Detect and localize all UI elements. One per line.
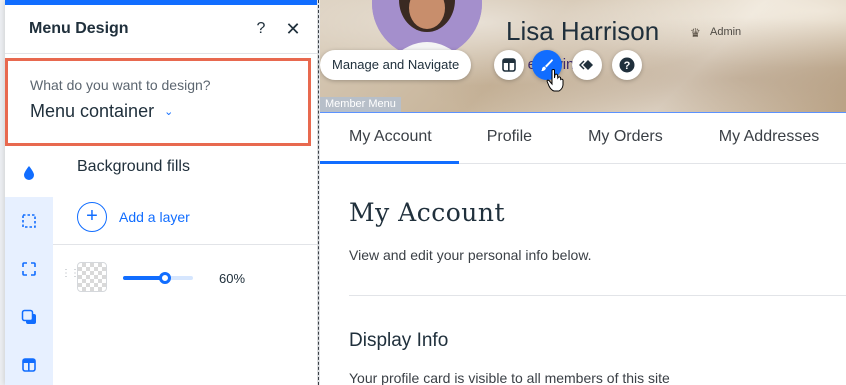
role-badge: Admin — [710, 26, 742, 38]
layout-icon — [502, 58, 516, 72]
panel-title: Menu Design — [29, 20, 129, 37]
profile-cover-image: Lisa Harrison ♛ Admin Fo e lowing Manage… — [320, 0, 846, 112]
shadow-icon — [21, 309, 36, 324]
section-subtitle: Your profile card is visible to all memb… — [349, 370, 670, 385]
design-question: What do you want to design? — [30, 77, 211, 93]
plus-icon: + — [77, 202, 107, 232]
fill-icon — [24, 166, 34, 180]
rail-corners-button[interactable] — [5, 245, 53, 293]
animation-tool-button[interactable] — [572, 50, 602, 80]
manage-and-navigate-button[interactable]: Manage and Navigate — [320, 50, 472, 80]
corners-icon — [22, 262, 36, 276]
element-name-label: Member Menu — [320, 97, 401, 112]
rail-fill-button[interactable] — [5, 149, 53, 197]
help-button[interactable]: ? — [245, 20, 277, 38]
page-subtitle: View and edit your personal info below. — [349, 247, 592, 263]
panel-header: Menu Design ? ✕ — [5, 5, 317, 54]
crown-icon: ♛ — [690, 26, 701, 40]
design-target-section: What do you want to design? Menu contain… — [5, 58, 311, 146]
profile-name: Lisa Harrison — [506, 16, 660, 46]
tab-my-account[interactable]: My Account — [320, 113, 459, 164]
opacity-value: 60% — [219, 271, 246, 286]
tab-my-addresses[interactable]: My Addresses — [691, 113, 846, 164]
layout-tool-button[interactable] — [494, 50, 524, 80]
help-tool-button[interactable]: ? — [612, 50, 642, 80]
svg-text:?: ? — [624, 60, 631, 72]
drag-handle-icon[interactable]: ⋮⋮ — [61, 269, 80, 279]
layout-icon — [22, 358, 36, 372]
menu-design-panel: Menu Design ? ✕ What do you want to desi… — [5, 0, 317, 385]
divider — [53, 244, 317, 245]
tab-my-orders[interactable]: My Orders — [560, 113, 691, 164]
rail-shadow-button[interactable] — [5, 293, 53, 341]
background-fills-title: Background fills — [77, 158, 190, 175]
editor-stage: Menu Design ? ✕ What do you want to desi… — [0, 0, 846, 385]
rail-border-button[interactable] — [5, 197, 53, 245]
question-icon: ? — [619, 57, 635, 73]
dashed-guide-line — [318, 0, 319, 385]
rail-layout-button[interactable] — [5, 341, 53, 385]
border-icon — [22, 214, 36, 228]
design-category-rail — [5, 149, 53, 385]
fill-layer-row: ⋮⋮ 60% — [53, 250, 317, 306]
site-canvas: Lisa Harrison ♛ Admin Fo e lowing Manage… — [320, 0, 846, 385]
member-menu-tabs: My Account Profile My Orders My Addresse… — [320, 112, 846, 164]
animation-icon — [579, 60, 593, 70]
section-title: Display Info — [349, 330, 449, 351]
design-target-value: Menu container — [30, 101, 155, 121]
tab-profile[interactable]: Profile — [459, 113, 560, 164]
add-layer-label: Add a layer — [119, 209, 190, 225]
hand-cursor-icon — [546, 69, 564, 92]
design-target-dropdown[interactable]: Menu container ⌄ — [30, 101, 308, 122]
fill-color-swatch[interactable] — [77, 262, 107, 292]
opacity-slider[interactable] — [123, 272, 193, 284]
chevron-down-icon: ⌄ — [164, 106, 174, 118]
add-layer-button[interactable]: + Add a layer — [77, 202, 190, 232]
slider-knob[interactable] — [159, 272, 171, 284]
divider — [349, 295, 846, 296]
page-title: My Account — [349, 198, 506, 227]
close-button[interactable]: ✕ — [277, 19, 309, 40]
